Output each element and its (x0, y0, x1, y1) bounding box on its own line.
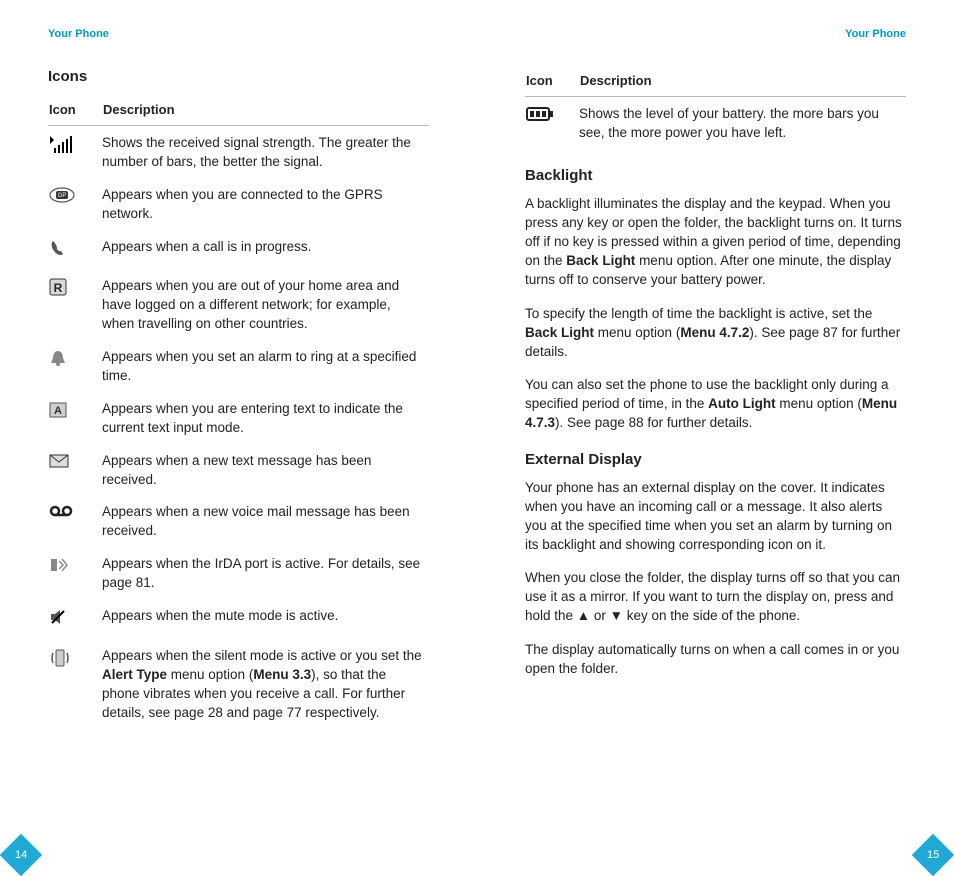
page-header-left: Your Phone (48, 28, 429, 40)
icon-description: Shows the level of your battery. the mor… (579, 97, 906, 149)
paragraph: To specify the length of time the backli… (525, 304, 906, 361)
table-row: Appears when the silent mode is active o… (48, 639, 429, 729)
call-icon (48, 230, 102, 270)
col-header-icon-right: Icon (525, 72, 579, 97)
icon-description: Appears when you set an alarm to ring at… (102, 340, 429, 392)
icons-table-right: Icon Description Shows the level of your… (525, 72, 906, 149)
page-footer-right: 15 (525, 840, 948, 870)
paragraph: A backlight illuminates the display and … (525, 194, 906, 290)
page-number-right: 15 (912, 834, 954, 876)
icons-section-title: Icons (48, 68, 429, 85)
page-number-left: 14 (0, 834, 42, 876)
icon-description: Appears when the silent mode is active o… (102, 639, 429, 729)
table-row: Appears when a new text message has been… (48, 444, 429, 496)
svg-text:R: R (54, 281, 63, 295)
icon-description: Appears when a new text message has been… (102, 444, 429, 496)
voicemail-icon (48, 495, 102, 547)
icons-table-body-right: Shows the level of your battery. the mor… (525, 97, 906, 149)
page-15: Your Phone Icon Description Shows the le… (477, 0, 954, 876)
page-14: Your Phone Icons Icon Description Shows … (0, 0, 477, 876)
icon-description: Appears when you are connected to the GP… (102, 178, 429, 230)
paragraph: When you close the folder, the display t… (525, 568, 906, 625)
icon-description: Appears when you are out of your home ar… (102, 269, 429, 340)
table-row: R Appears when you are out of your home a… (48, 269, 429, 340)
paragraph: The display automatically turns on when … (525, 640, 906, 678)
silent-vibrate-icon (48, 639, 102, 729)
gprs-icon: GP (48, 178, 102, 230)
paragraph: Your phone has an external display on th… (525, 478, 906, 555)
mute-icon (48, 599, 102, 639)
table-row: GP Appears when you are connected to the … (48, 178, 429, 230)
roaming-icon: R (48, 269, 102, 340)
icons-table: Icon Description Shows the received sign… (48, 101, 429, 728)
icon-description: Appears when the mute mode is active. (102, 599, 429, 639)
table-row: Appears when the mute mode is active. (48, 599, 429, 639)
svg-text:GP: GP (58, 193, 67, 199)
table-row: Appears when you set an alarm to ring at… (48, 340, 429, 392)
col-header-icon: Icon (48, 101, 102, 126)
table-row: Shows the level of your battery. the mor… (525, 97, 906, 149)
sms-icon (48, 444, 102, 496)
signal-strength-icon (48, 126, 102, 178)
page-footer-left: 14 (6, 840, 429, 870)
section-heading: Backlight (525, 167, 906, 184)
page-spread: Your Phone Icons Icon Description Shows … (0, 0, 954, 876)
body-text-right: Backlight A backlight illuminates the dis… (525, 149, 906, 692)
text-input-icon: A (48, 392, 102, 444)
col-header-description-right: Description (579, 72, 906, 97)
icons-table-body: Shows the received signal strength. The … (48, 126, 429, 729)
paragraph: You can also set the phone to use the ba… (525, 375, 906, 432)
page-header-right: Your Phone (525, 28, 906, 40)
icon-description: Appears when a new voice mail message ha… (102, 495, 429, 547)
table-row: Appears when a new voice mail message ha… (48, 495, 429, 547)
icon-description: Appears when you are entering text to in… (102, 392, 429, 444)
icon-description: Shows the received signal strength. The … (102, 126, 429, 178)
table-row: Appears when the IrDA port is active. Fo… (48, 547, 429, 599)
table-row: Shows the received signal strength. The … (48, 126, 429, 178)
battery-icon (525, 97, 579, 149)
icon-description: Appears when the IrDA port is active. Fo… (102, 547, 429, 599)
irda-icon (48, 547, 102, 599)
alarm-icon (48, 340, 102, 392)
icon-description: Appears when a call is in progress. (102, 230, 429, 270)
col-header-description: Description (102, 101, 429, 126)
svg-text:A: A (54, 405, 62, 417)
table-row: A Appears when you are entering text to i… (48, 392, 429, 444)
table-row: Appears when a call is in progress. (48, 230, 429, 270)
section-heading: External Display (525, 451, 906, 468)
